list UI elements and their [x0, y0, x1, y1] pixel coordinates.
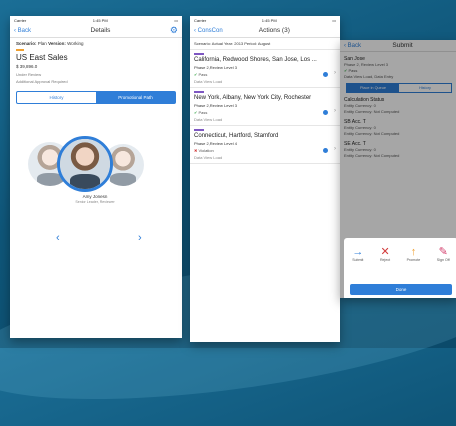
carrier-label: Carrier	[14, 18, 27, 23]
avatar-current[interactable]	[57, 136, 113, 192]
check-icon: ✔	[194, 110, 198, 115]
details-screen: Carrier 1:45 PM ▭ ‹ Back Details ⚙ Scena…	[10, 16, 182, 338]
item-status: ✔ Pass	[194, 72, 208, 77]
battery-icon: ▭	[332, 18, 336, 23]
status-line-2: Additional Approval Required	[16, 79, 68, 84]
item-marker	[194, 129, 204, 131]
item-link: Data View Load	[194, 155, 223, 160]
done-button[interactable]: Done	[350, 284, 452, 295]
list-item[interactable]: Connecticut, Hartford, Stamford Phase 2,…	[190, 126, 340, 164]
tab-promotional-path[interactable]: Promotional Path	[96, 92, 175, 103]
item-title: California, Redwood Shores, San Jose, Lo…	[194, 57, 317, 63]
reject-action[interactable]: ✕ Reject	[380, 246, 390, 262]
item-phase: Phase 2,Review Level 3	[194, 103, 237, 108]
back-button[interactable]: ‹ Back	[14, 28, 31, 34]
gear-icon[interactable]: ⚙	[170, 25, 178, 36]
arrow-right-icon: →	[352, 246, 364, 258]
carrier-label: Carrier	[194, 18, 207, 23]
nav-title: Actions (3)	[258, 27, 290, 34]
action-sheet: → Submit ✕ Reject ↑ Promote ✎ Sign Off D…	[344, 238, 456, 298]
info-dot-icon	[323, 72, 328, 77]
item-status: ✔ Pass	[194, 110, 208, 115]
check-icon: ✔	[194, 72, 198, 77]
error-icon: ✖	[194, 148, 198, 153]
sign-off-icon: ✎	[438, 246, 448, 258]
item-phase: Phase 2,Review Level 4	[194, 141, 237, 146]
clock: 1:45 PM	[261, 18, 277, 23]
status-bar: Carrier 1:45 PM ▭	[190, 16, 340, 24]
segmented-control: History Promotional Path	[16, 91, 176, 104]
actions-screen: Carrier 1:45 PM ▭ ‹ ConsCon Actions (3) …	[190, 16, 340, 342]
sign-off-action[interactable]: ✎ Sign Off	[437, 246, 450, 262]
amount-value: $ 39,896.0	[16, 64, 38, 69]
status-stripe	[16, 49, 24, 51]
status-line-1: Under Review	[16, 72, 42, 77]
clock: 1:45 PM	[92, 18, 108, 23]
arrow-up-icon: ↑	[410, 246, 417, 258]
action-row: → Submit ✕ Reject ↑ Promote ✎ Sign Off	[344, 238, 456, 262]
item-marker	[194, 53, 204, 55]
info-dot-icon	[323, 148, 328, 153]
item-title: New York, Albany, New York City, Rochest…	[194, 95, 312, 101]
list-item[interactable]: California, Redwood Shores, San Jose, Lo…	[190, 50, 340, 88]
info-dot-icon	[323, 110, 328, 115]
chevron-right-icon: ›	[334, 70, 336, 76]
tab-history[interactable]: History	[17, 92, 96, 103]
item-link: Data View Load	[194, 117, 223, 122]
chevron-right-icon: ›	[334, 146, 336, 152]
item-marker	[194, 91, 204, 93]
promote-action[interactable]: ↑ Promote	[407, 246, 421, 262]
chevron-right-icon: ›	[334, 108, 336, 114]
chevron-left-icon[interactable]: ‹	[56, 232, 60, 244]
nav-bar: ‹ Back Details ⚙	[10, 24, 182, 38]
scenario-line: Scenario: Actual Year: 2013 Period: Augu…	[190, 38, 340, 50]
chevron-right-icon[interactable]: ›	[138, 232, 142, 244]
item-status: ✖ Violation	[194, 148, 214, 153]
list-item[interactable]: New York, Albany, New York City, Rochest…	[190, 88, 340, 126]
nav-title: Details	[90, 27, 111, 34]
nav-bar: ‹ ConsCon Actions (3)	[190, 24, 340, 38]
person-name: Amy Jonesn	[82, 194, 108, 199]
close-icon: ✕	[380, 246, 390, 258]
battery-icon: ▭	[174, 18, 178, 23]
status-bar: Carrier 1:45 PM ▭	[10, 16, 182, 24]
status-lines: Under Review Additional Approval Require…	[10, 69, 182, 85]
submit-action[interactable]: → Submit	[352, 246, 363, 262]
item-link: Data View Load	[194, 79, 223, 84]
back-button[interactable]: ‹ ConsCon	[194, 28, 223, 34]
person-role: Senior Leader, Reviewer	[75, 200, 115, 204]
entity-title: US East Sales	[16, 53, 68, 62]
item-title: Connecticut, Hartford, Stamford	[194, 133, 279, 139]
submit-screen: ‹ Back Submit San Jose Phase 2, Review L…	[340, 40, 456, 298]
item-phase: Phase 2,Review Level 3	[194, 65, 237, 70]
scenario-line: Scenario: Plan Version: Working	[16, 41, 84, 46]
